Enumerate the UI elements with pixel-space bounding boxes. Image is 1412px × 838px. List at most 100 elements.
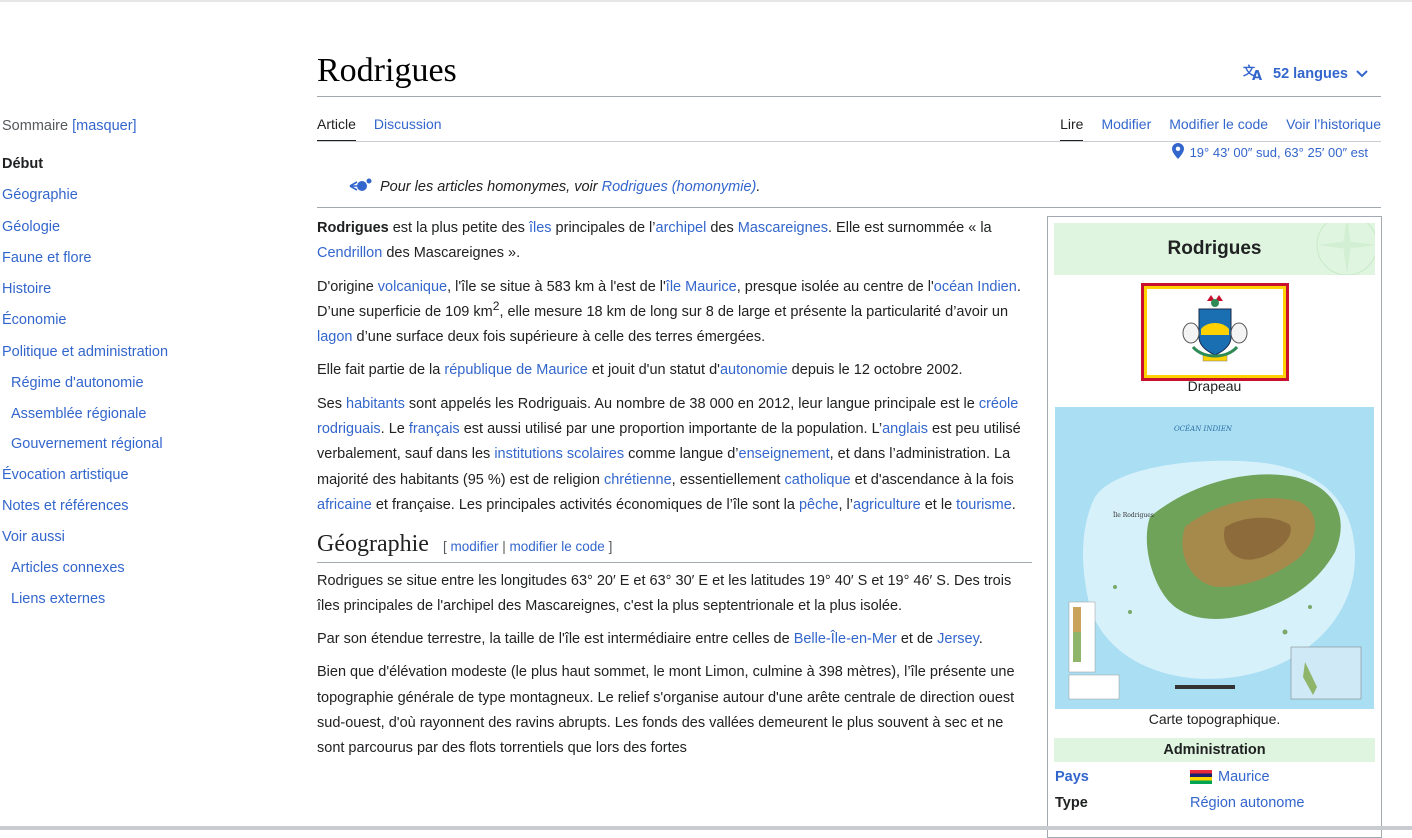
wiki-link[interactable]: africaine xyxy=(317,497,372,513)
hatnote-divider xyxy=(317,207,1381,208)
toc-item[interactable]: Économie xyxy=(2,307,252,338)
paragraph: Par son étendue terrestre, la taille de … xyxy=(317,627,1032,652)
edit-source-link[interactable]: modifier le code xyxy=(510,539,605,554)
wiki-link[interactable]: îles xyxy=(529,220,552,236)
bold-term: Rodrigues xyxy=(317,220,389,236)
paragraph: Rodrigues se situe entre les longitudes … xyxy=(317,569,1032,620)
wiki-link[interactable]: catholique xyxy=(785,472,851,488)
infobox-value-link[interactable]: Maurice xyxy=(1218,769,1270,785)
wiki-link[interactable]: Mascareignes xyxy=(738,220,828,236)
wiki-link[interactable]: lagon xyxy=(317,329,352,345)
toc-item[interactable]: Régime d'autonomie xyxy=(2,370,252,401)
toc-item[interactable]: Faune et flore xyxy=(2,245,252,276)
text-run: est la plus petite des xyxy=(388,220,529,236)
wiki-link[interactable]: Cendrillon xyxy=(317,245,382,261)
toc-item[interactable]: Voir aussi xyxy=(2,524,252,555)
section-heading-geographie: Géographie [ modifier | modifier le code… xyxy=(317,531,1032,563)
wiki-link[interactable]: île Maurice xyxy=(666,279,737,295)
text-run: D'origine xyxy=(317,278,378,295)
text-run: principales de l’ xyxy=(551,220,656,236)
tab-article[interactable]: Article xyxy=(317,116,356,142)
wiki-link[interactable]: Belle-Île-en-Mer xyxy=(794,631,897,647)
toc-header: Sommaire [masquer] xyxy=(2,118,252,134)
infobox-row-label[interactable]: Pays xyxy=(1055,769,1185,785)
text-run: comme langue d’ xyxy=(624,446,739,463)
wiki-link[interactable]: république de Maurice xyxy=(444,362,587,378)
text-run: Elle fait partie de la xyxy=(317,362,445,379)
text-run: , presque isolée au centre de l' xyxy=(736,278,934,295)
wiki-link[interactable]: volcanique xyxy=(378,279,447,295)
coordinates-text: 19° 43′ 00″ sud, 63° 25′ 00″ est xyxy=(1189,145,1368,160)
wiki-link[interactable]: océan Indien xyxy=(934,279,1017,295)
wiki-link[interactable]: chrétienne xyxy=(604,472,672,488)
disambiguation-icon xyxy=(348,178,372,196)
text-run: est aussi utilisé par une proportion imp… xyxy=(459,421,883,438)
coat-of-arms-icon xyxy=(1182,295,1248,362)
wiki-link[interactable]: enseignement xyxy=(739,446,830,462)
toc-item[interactable]: Géologie xyxy=(2,214,252,245)
chevron-down-icon xyxy=(1356,66,1368,82)
island-map-graphic: OCÉAN INDIEN Île Rodrigues xyxy=(1055,407,1374,709)
translate-icon: 文A xyxy=(1243,63,1265,85)
toc-item[interactable]: Assemblée régionale xyxy=(2,401,252,432)
toc-item[interactable]: Liens externes xyxy=(2,586,252,617)
text-run: sont appelés les Rodriguais. Au nombre d… xyxy=(404,395,979,412)
svg-text:A: A xyxy=(1252,69,1262,81)
mauritius-flag-icon xyxy=(1190,770,1212,784)
infobox-row-value: Région autonome xyxy=(1190,795,1380,811)
wiki-link[interactable]: autonomie xyxy=(720,362,788,378)
infobox-title: Rodrigues xyxy=(1054,223,1375,275)
wiki-link[interactable]: pêche xyxy=(799,497,839,513)
toc-item[interactable]: Géographie xyxy=(2,182,252,213)
page-title: Rodrigues xyxy=(317,52,457,89)
language-count: 52 langues xyxy=(1273,66,1348,82)
language-selector-button[interactable]: 文A 52 langues xyxy=(1243,63,1368,85)
tab-modifier-le-code[interactable]: Modifier le code xyxy=(1169,116,1268,142)
bottom-scrollbar[interactable] xyxy=(0,826,1412,830)
text-run: Par son étendue terrestre, la taille de … xyxy=(317,631,794,648)
wiki-link[interactable]: archipel xyxy=(656,220,707,236)
paragraph: Ses habitants sont appelés les Rodriguai… xyxy=(317,392,1032,518)
wiki-link[interactable]: tourisme xyxy=(956,497,1012,513)
map-sea-label: OCÉAN INDIEN xyxy=(1174,424,1233,433)
section-title: Géographie xyxy=(317,531,429,558)
tab-voir-l-historique[interactable]: Voir l’historique xyxy=(1286,116,1381,142)
toc-item[interactable]: Politique et administration xyxy=(2,339,252,370)
wiki-link[interactable]: habitants xyxy=(346,396,405,412)
toc-item[interactable]: Gouvernement régional xyxy=(2,431,252,462)
coordinates-link[interactable]: 19° 43′ 00″ sud, 63° 25′ 00″ est xyxy=(1171,143,1368,162)
wiki-link[interactable]: anglais xyxy=(882,421,928,437)
text-run: , l’ xyxy=(838,496,854,513)
infobox-value-link[interactable]: Région autonome xyxy=(1190,795,1304,811)
toc-item[interactable]: Articles connexes xyxy=(2,555,252,586)
toc-toggle-button[interactable]: [masquer] xyxy=(72,118,136,134)
text-run: et d'ascendance à la fois xyxy=(850,471,1014,488)
toc-item[interactable]: Notes et références xyxy=(2,493,252,524)
wiki-link[interactable]: institutions scolaires xyxy=(494,446,624,462)
wiki-link[interactable]: agriculture xyxy=(853,497,921,513)
text-run: . Elle est surnommée « la xyxy=(828,220,992,236)
namespace-tabs: Article Discussion xyxy=(317,116,442,142)
toc-item[interactable]: Évocation artistique xyxy=(2,462,252,493)
text-run: et de xyxy=(896,631,938,648)
flag-image[interactable] xyxy=(1141,283,1289,381)
paragraph: Bien que d'élévation modeste (le plus ha… xyxy=(317,660,1032,761)
paragraph: D'origine volcanique, l'île se situe à 5… xyxy=(317,275,1032,351)
text-run: des Mascareignes ». xyxy=(382,245,521,262)
toc-heading: Sommaire xyxy=(2,118,69,134)
edit-section-link[interactable]: modifier xyxy=(450,539,498,554)
wiki-link[interactable]: français xyxy=(409,421,460,437)
tab-discussion[interactable]: Discussion xyxy=(374,116,442,142)
tab-modifier[interactable]: Modifier xyxy=(1101,116,1151,142)
wiki-link[interactable]: Jersey xyxy=(937,631,979,647)
hatnote-link[interactable]: Rodrigues (homonymie) xyxy=(602,179,757,195)
toc-item[interactable]: Histoire xyxy=(2,276,252,307)
text-run: , essentiellement xyxy=(671,471,785,488)
paragraph: Elle fait partie de la république de Mau… xyxy=(317,358,1032,383)
topographic-map-image[interactable]: OCÉAN INDIEN Île Rodrigues xyxy=(1055,407,1374,709)
article-body: Rodrigues est la plus petite des îles pr… xyxy=(317,216,1032,770)
tabs-divider xyxy=(317,141,1381,142)
map-caption: Carte topographique. xyxy=(1148,711,1281,727)
toc-item[interactable]: Début xyxy=(2,151,252,182)
tab-lire[interactable]: Lire xyxy=(1060,116,1084,142)
